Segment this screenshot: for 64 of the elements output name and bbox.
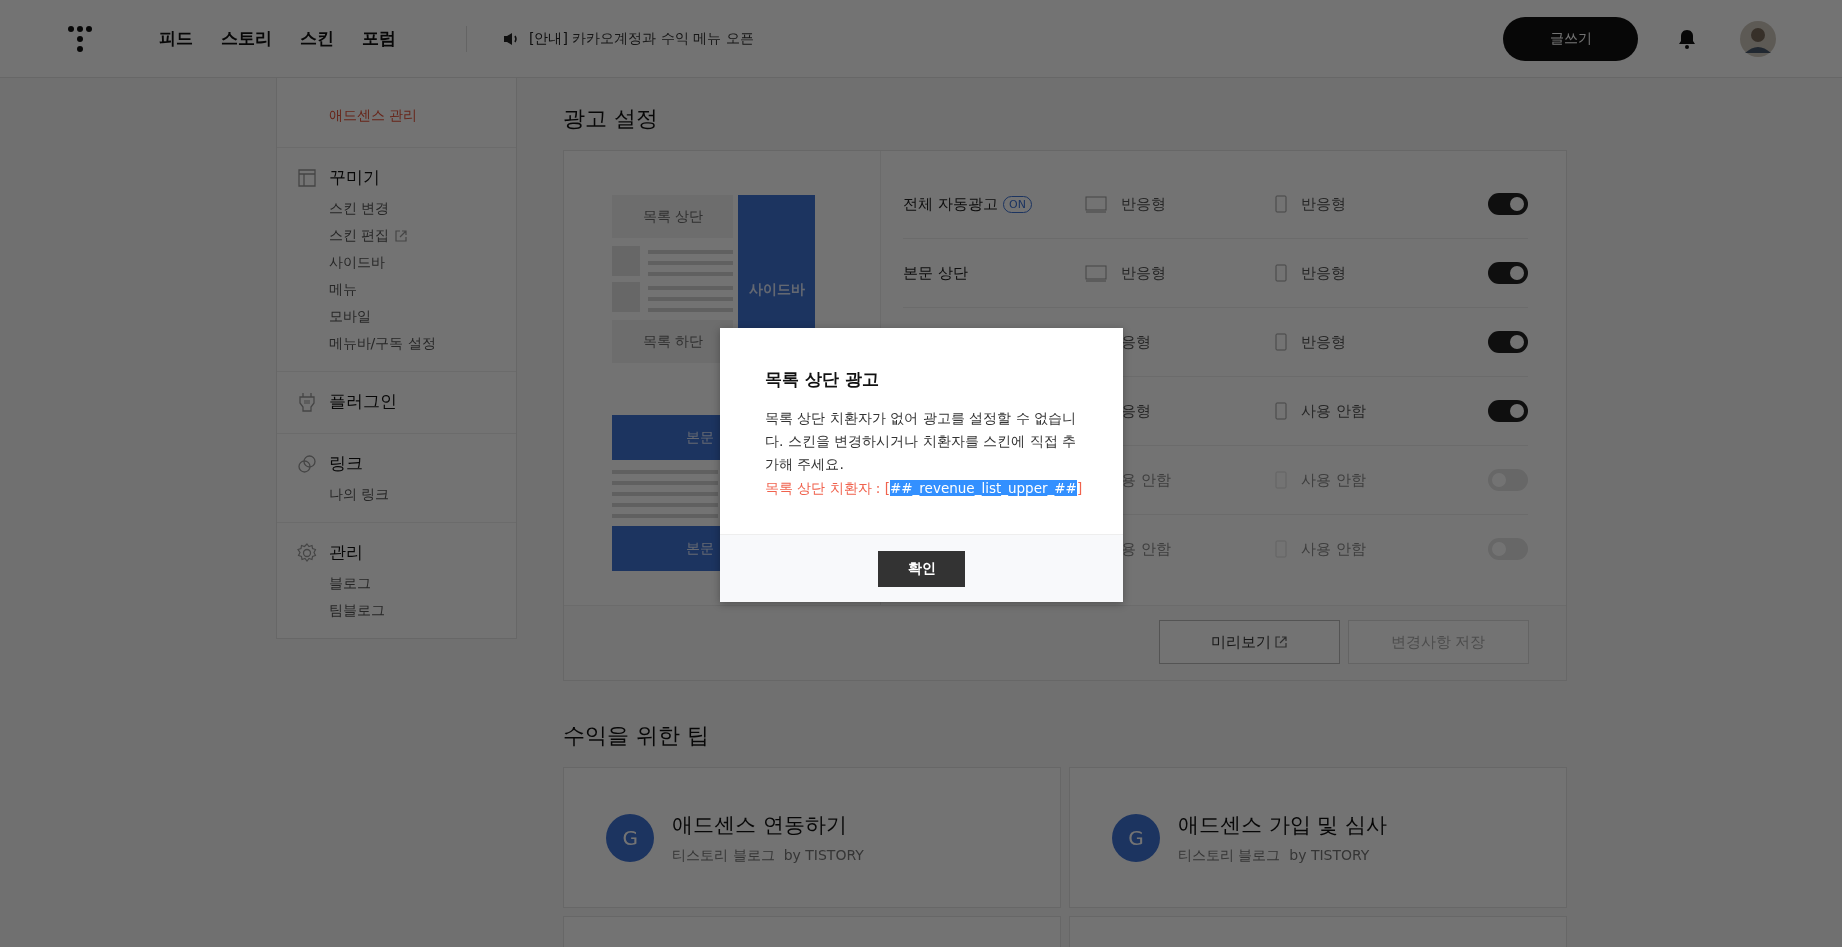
sidebar-item[interactable]: 팀블로그 (328, 601, 385, 620)
g-logo-icon: G (606, 813, 655, 862)
section-title: 광고 설정 (563, 105, 660, 133)
sidebar-heading[interactable]: 관리 (328, 541, 363, 564)
ad-type-text: 반응형 (1301, 332, 1347, 352)
ad-type-text: 반응형 (1121, 263, 1167, 283)
layout-block: 목록 상단 (612, 195, 734, 238)
logo-icon[interactable] (68, 25, 92, 52)
ad-slot-name: 전체 자동광고 (903, 194, 999, 214)
nav-link[interactable]: 스킨 (300, 27, 334, 50)
toggle-switch[interactable] (1487, 400, 1528, 422)
preview-button[interactable]: 미리보기 (1158, 620, 1340, 664)
nav-link[interactable]: 포럼 (362, 27, 396, 50)
nav-link[interactable]: 스토리 (221, 27, 272, 50)
sidebar-item[interactable]: 사이드바 (328, 253, 385, 272)
sidebar-item[interactable]: 스킨 편집 (328, 226, 389, 245)
ad-type-text: 응형 (1121, 332, 1152, 352)
monitor-icon (1085, 195, 1108, 213)
nav-link[interactable]: 피드 (159, 27, 193, 50)
ad-type-text: 반응형 (1301, 194, 1347, 214)
tip-title: 애드센스 가입 및 심사 (1177, 811, 1387, 839)
section-title: 수익을 위한 팁 (563, 722, 711, 750)
speaker-icon (503, 31, 519, 46)
tip-card[interactable]: G 애드센스 가입 및 심사 티스토리 블로그 by TISTORY (1068, 767, 1567, 908)
layout-block: 목록 하단 (612, 320, 734, 363)
layout-icon (296, 167, 317, 188)
ad-type-text: 반응형 (1121, 194, 1167, 214)
placeholder-text: 목록 상단 치환자 : [##_revenue_list_upper_##] (765, 480, 1083, 498)
phone-icon (1275, 333, 1288, 351)
ad-type-text: 응형 (1121, 401, 1152, 421)
plug-icon (296, 391, 317, 412)
monitor-icon (1085, 264, 1108, 282)
sidebar-heading[interactable]: 링크 (328, 452, 363, 475)
avatar[interactable] (1740, 20, 1776, 57)
sidebar-item[interactable]: 애드센스 관리 (328, 106, 417, 125)
bell-icon[interactable] (1678, 28, 1696, 49)
toggle-switch[interactable] (1487, 331, 1528, 353)
sidebar-item[interactable]: 모바일 (328, 307, 371, 326)
tip-title: 애드센스 연동하기 (672, 811, 848, 839)
notice-text[interactable]: [안내] 카카오계정과 수익 메뉴 오픈 (529, 29, 754, 48)
sidebar-item[interactable]: 메뉴 (328, 280, 357, 299)
gear-icon (296, 542, 317, 563)
sidebar-item[interactable]: 나의 링크 (328, 485, 389, 504)
phone-icon (1275, 195, 1288, 213)
toggle-switch[interactable] (1487, 262, 1528, 284)
ad-type-text: 반응형 (1301, 263, 1347, 283)
ad-slot-name: 본문 상단 (903, 263, 969, 283)
ad-type-text: 사용 안함 (1301, 401, 1367, 421)
sidebar-item[interactable]: 스킨 변경 (328, 199, 389, 218)
external-link-icon (1275, 636, 1287, 648)
sidebar-item[interactable]: 메뉴바/구독 설정 (328, 334, 436, 353)
phone-icon (1275, 402, 1288, 420)
sidebar-heading[interactable]: 꾸미기 (328, 166, 380, 189)
confirm-button[interactable]: 확인 (878, 550, 965, 587)
tip-source: 티스토리 블로그 by TISTORY (672, 846, 864, 865)
sidebar-heading[interactable]: 플러그인 (328, 390, 397, 413)
write-button[interactable]: 글쓰기 (1503, 16, 1638, 61)
phone-icon (1275, 264, 1288, 282)
tip-card[interactable]: G 애드센스 연동하기 티스토리 블로그 by TISTORY (563, 767, 1061, 908)
toggle-switch[interactable] (1487, 193, 1528, 215)
tip-source: 티스토리 블로그 by TISTORY (1177, 846, 1371, 865)
sidebar-item[interactable]: 블로그 (328, 574, 371, 593)
link-icon (296, 453, 317, 474)
g-logo-icon: G (1111, 813, 1160, 862)
